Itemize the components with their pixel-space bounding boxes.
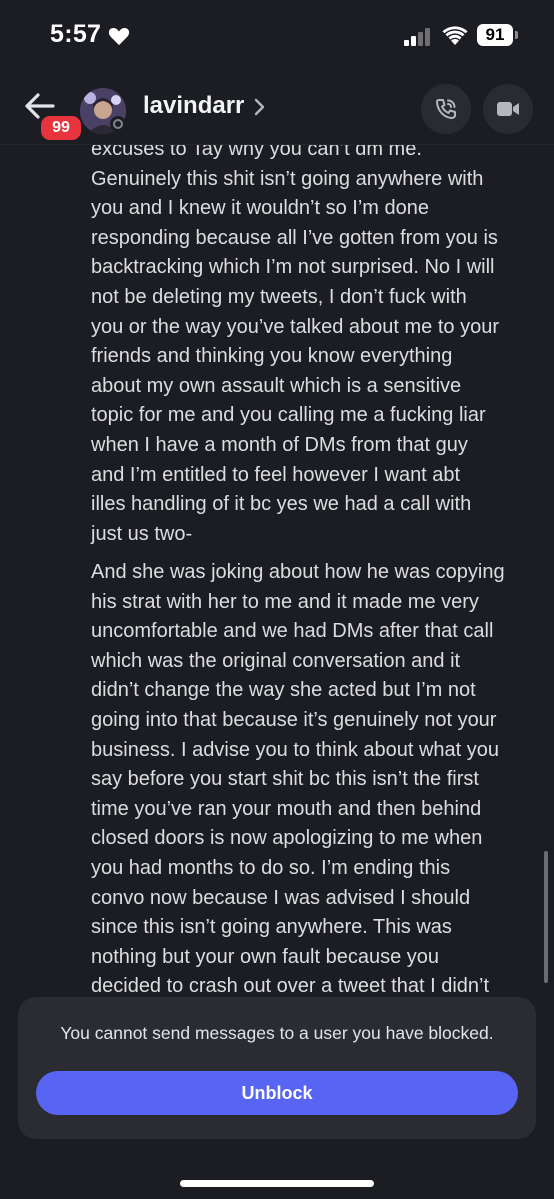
- message-text: excuses to Tay why you can’t dm me. Genu…: [91, 145, 500, 545]
- unblock-button[interactable]: Unblock: [36, 1071, 518, 1115]
- message-text: And she was joking about how he was copy…: [91, 561, 505, 997]
- phone-call-icon: [436, 99, 456, 119]
- video-camera-icon: [497, 102, 519, 116]
- video-call-button[interactable]: [483, 84, 533, 134]
- cellular-signal-icon: [404, 28, 430, 46]
- blocked-notice-panel: You cannot send messages to a user you h…: [18, 997, 536, 1139]
- battery-nub: [515, 31, 518, 39]
- scrollbar-thumb[interactable]: [544, 851, 548, 983]
- unread-count-badge: 99: [38, 113, 84, 143]
- blocked-notice-text: You cannot send messages to a user you h…: [60, 1023, 494, 1043]
- home-indicator[interactable]: [180, 1180, 374, 1187]
- battery-indicator: 91: [477, 24, 513, 46]
- wifi-icon: [442, 26, 468, 45]
- chevron-right-icon[interactable]: [253, 98, 265, 116]
- dm-username[interactable]: lavindarr: [143, 92, 244, 120]
- voice-call-button[interactable]: [421, 84, 471, 134]
- status-time: 5:57: [50, 20, 102, 48]
- heart-icon: [108, 27, 130, 46]
- message-list[interactable]: excuses to Tay why you can’t dm me. Genu…: [0, 145, 554, 997]
- offline-status-icon: [110, 116, 126, 132]
- status-bar: 5:57 91: [0, 0, 554, 72]
- dm-header: 99 lavindarr: [0, 72, 554, 145]
